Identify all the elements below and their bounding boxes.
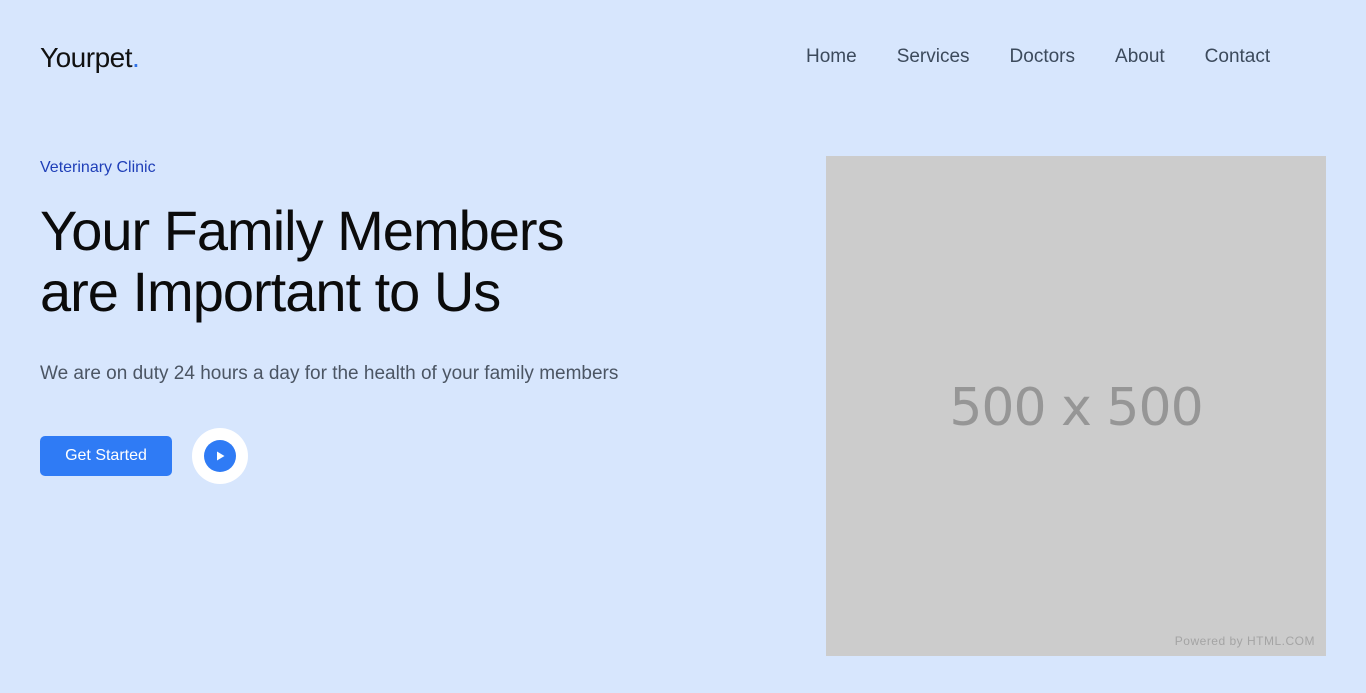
- play-video-button[interactable]: [192, 428, 248, 484]
- placeholder-size-text: 500 x 500: [949, 378, 1203, 438]
- hero-subtitle: We are on duty 24 hours a day for the he…: [40, 363, 619, 384]
- nav-item-about[interactable]: About: [1115, 46, 1165, 68]
- play-icon: [204, 440, 236, 472]
- nav-item-doctors[interactable]: Doctors: [1010, 46, 1075, 68]
- nav-item-home[interactable]: Home: [806, 46, 857, 68]
- nav-item-services[interactable]: Services: [897, 46, 970, 68]
- nav-item-contact[interactable]: Contact: [1205, 46, 1270, 68]
- get-started-button[interactable]: Get Started: [40, 436, 172, 476]
- placeholder-credit: Powered by HTML.COM: [1174, 634, 1315, 648]
- hero-eyebrow: Veterinary Clinic: [40, 159, 156, 176]
- brand-logo[interactable]: Yourpet.: [40, 42, 140, 74]
- main-nav: Home Services Doctors About Contact: [806, 46, 1310, 68]
- headline-line-2: are Important to Us: [40, 260, 501, 323]
- brand-name: Yourpet: [40, 42, 133, 73]
- headline-line-1: Your Family Members: [40, 199, 565, 262]
- hero-headline: Your Family Members are Important to Us: [40, 200, 760, 322]
- hero-image-placeholder: 500 x 500 Powered by HTML.COM: [826, 156, 1326, 656]
- brand-dot: .: [132, 42, 140, 73]
